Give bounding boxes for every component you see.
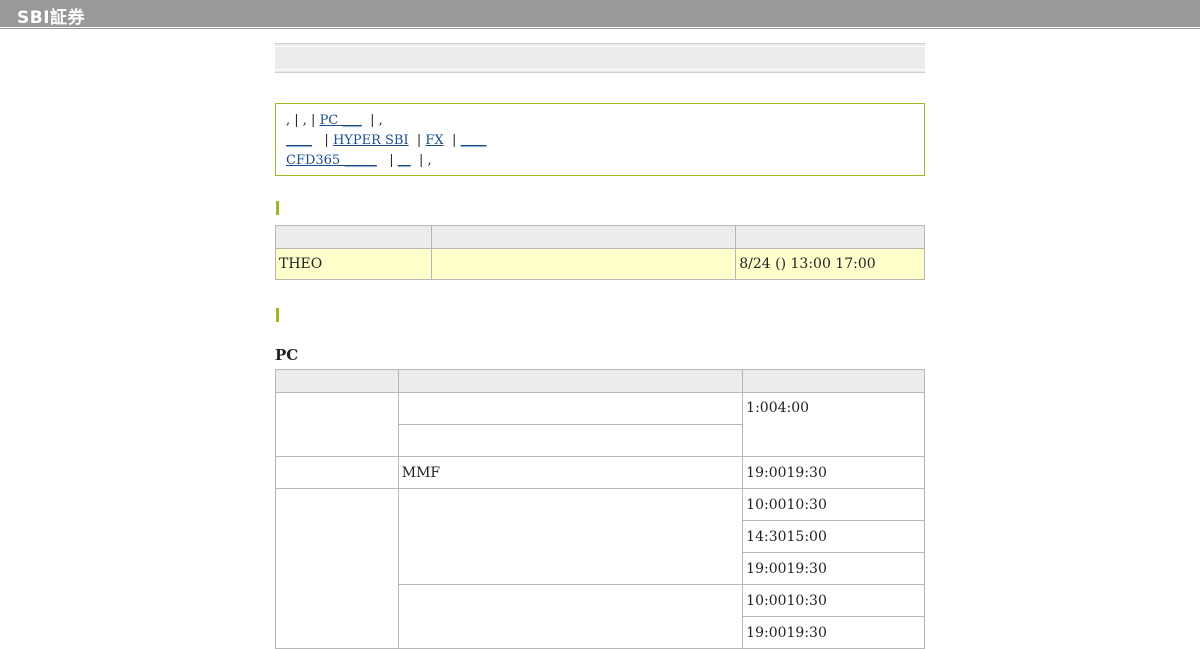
notice-link-c[interactable]: __	[398, 153, 411, 168]
time-cell: 19:0019:30	[742, 552, 925, 585]
maintenance-table-1: THEO 8/24 () 13:00 17:00	[275, 225, 925, 280]
header-bar-inner	[275, 46, 925, 70]
time-cell: 1:004:00	[742, 392, 925, 457]
banner-divider	[0, 28, 1200, 29]
item-cell	[397, 392, 744, 425]
service-name-cell: THEO	[275, 248, 432, 280]
table-header-row	[275, 369, 925, 393]
column-header	[735, 225, 925, 249]
notice-text: | ,	[370, 113, 383, 128]
column-header	[742, 369, 925, 393]
schedule-cell: 8/24 () 13:00 17:00	[735, 248, 925, 280]
category-cell	[275, 488, 399, 649]
notice-text: | ,	[419, 153, 432, 168]
separator: |	[451, 133, 457, 148]
item-cell	[397, 488, 744, 585]
table-row: 1:004:00	[275, 392, 925, 457]
table-row: 10:0010:30	[275, 488, 925, 649]
separator: |	[324, 133, 329, 148]
notice-row-2: ____ | HYPER SBI | FX | ____	[286, 131, 914, 151]
column-header	[430, 225, 737, 249]
time-cell: 10:0010:30	[742, 488, 925, 521]
time-cell: 14:3015:00	[742, 520, 925, 553]
sbi-logo[interactable]: SBI証券	[17, 3, 85, 28]
hyper-sbi-link[interactable]: HYPER SBI	[333, 133, 409, 148]
item-cell: MMF	[397, 456, 744, 489]
separator: |	[416, 133, 422, 148]
table-row: MMF 19:0019:30	[275, 456, 925, 489]
pc-link[interactable]: PC ___	[320, 113, 362, 128]
time-cell: 10:0010:30	[742, 584, 925, 617]
top-banner: SBI証券	[0, 0, 1200, 28]
category-cell	[275, 456, 399, 489]
table-header-row	[275, 225, 925, 249]
detail-cell	[430, 248, 737, 280]
item-cell	[397, 584, 744, 649]
notice-link-b[interactable]: ____	[460, 133, 486, 148]
table-row: THEO 8/24 () 13:00 17:00	[275, 248, 925, 280]
notice-row-1: , | , | PC ___ | ,	[286, 111, 914, 131]
notice-text: , | , |	[286, 113, 316, 128]
maintenance-table-pc: 1:004:00 MMF 19:0019:30 10:0010:30 14:30…	[275, 369, 925, 649]
notice-link-a[interactable]: ____	[286, 133, 312, 148]
column-header	[275, 225, 432, 249]
column-header	[397, 369, 744, 393]
cfd365-link[interactable]: CFD365 _____	[286, 153, 377, 168]
section-marker-1	[276, 201, 279, 215]
section-marker-2	[276, 308, 279, 322]
time-cell: 19:0019:30	[742, 456, 925, 489]
page-header-bar	[275, 43, 925, 73]
separator: |	[389, 153, 394, 168]
fx-link[interactable]: FX	[425, 133, 443, 148]
column-header	[275, 369, 399, 393]
category-cell	[275, 392, 399, 457]
notice-row-3: CFD365 _____ | __ | ,	[286, 151, 914, 171]
section-title-pc: PC	[275, 346, 299, 364]
notice-box: , | , | PC ___ | , ____ | HYPER SBI | FX…	[275, 103, 925, 176]
item-cell	[397, 424, 744, 457]
time-cell: 19:0019:30	[742, 616, 925, 649]
